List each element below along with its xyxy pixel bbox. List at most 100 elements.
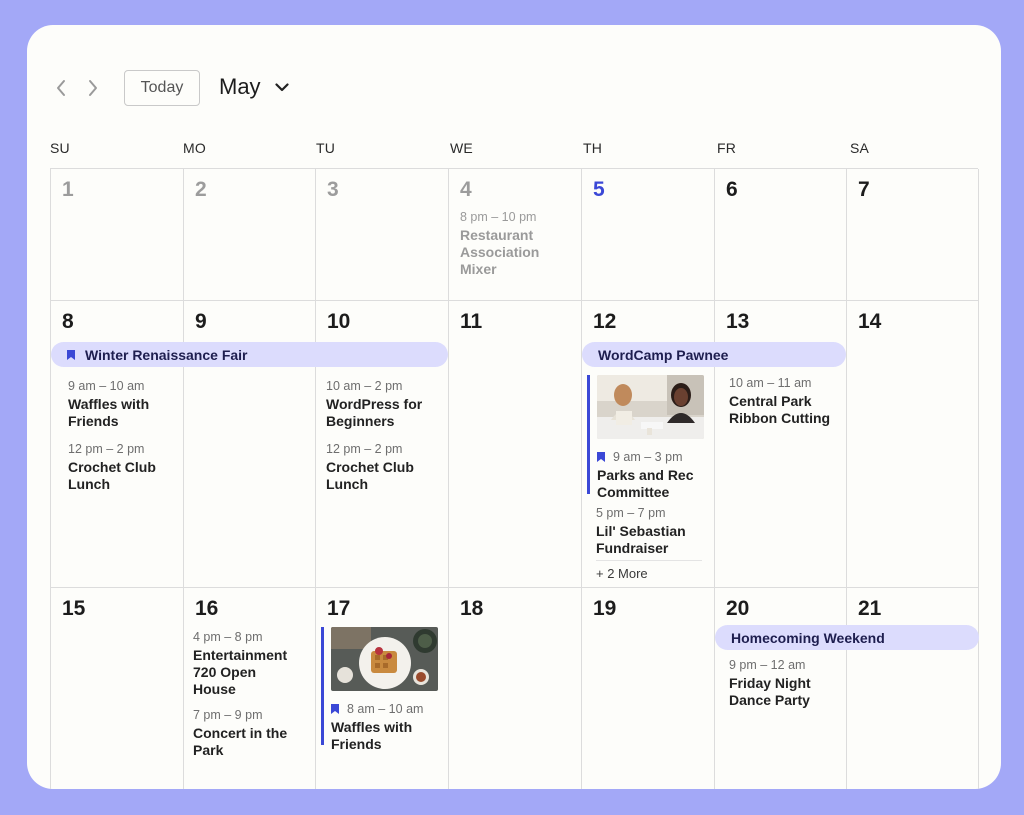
- day-cell[interactable]: 6: [715, 169, 847, 301]
- event-photo-waffles: [331, 627, 438, 691]
- day-cell[interactable]: 15: [51, 588, 184, 789]
- calendar-toolbar: Today May: [27, 25, 1001, 145]
- day-number: 3: [327, 178, 339, 201]
- day-number: 9: [195, 310, 207, 333]
- day-cell[interactable]: 3: [316, 169, 449, 301]
- event-crochet-club-lunch[interactable]: 12 pm – 2 pm Crochet Club Lunch: [68, 441, 180, 493]
- chevron-right-icon: [89, 80, 97, 96]
- event-title: Crochet Club Lunch: [68, 459, 156, 492]
- event-central-park-ribbon-cutting[interactable]: 10 am – 11 am Central Park Ribbon Cuttin…: [729, 375, 841, 427]
- day-number: 13: [726, 310, 750, 333]
- event-title: Concert in the Park: [193, 725, 288, 758]
- today-button[interactable]: Today: [124, 70, 200, 106]
- span-bar-label: Winter Renaissance Fair: [85, 346, 248, 363]
- day-cell[interactable]: 20 9 pm – 12 am Friday Night Dance Party: [715, 588, 847, 789]
- day-number: 11: [460, 310, 483, 333]
- event-photo-meeting: [597, 375, 704, 439]
- event-wordpress-for-beginners[interactable]: 10 am – 2 pm WordPress for Beginners: [326, 378, 438, 430]
- event-restaurant-mixer[interactable]: 8 pm – 10 pm Restaurant Association Mixe…: [460, 209, 572, 278]
- month-dropdown[interactable]: May: [219, 71, 289, 103]
- event-waffles-with-friends[interactable]: 9 am – 10 am Waffles with Friends: [68, 378, 180, 430]
- weekday-label: MO: [183, 140, 206, 156]
- event-time: 9 am – 10 am: [68, 379, 145, 393]
- day-cell-today[interactable]: 5: [582, 169, 715, 301]
- event-title: Restaurant Association Mixer: [460, 227, 540, 277]
- bookmark-icon: [67, 349, 75, 360]
- event-lil-sebastian-fundraiser[interactable]: 5 pm – 7 pm Lil' Sebastian Fundraiser: [596, 505, 708, 557]
- event-time: 5 pm – 7 pm: [596, 506, 666, 520]
- day-cell[interactable]: 11: [449, 301, 582, 588]
- event-time: 9 pm – 12 am: [729, 658, 806, 672]
- day-number: 19: [593, 597, 617, 620]
- event-time: 8 am – 10 am: [331, 701, 441, 717]
- event-time: 4 pm – 8 pm: [193, 630, 263, 644]
- event-title: WordPress for Beginners: [326, 396, 423, 429]
- event-title: Entertainment 720 Open House: [193, 647, 288, 697]
- event-title: Parks and Rec Committee: [597, 467, 694, 500]
- event-time-text: 8 am – 10 am: [347, 702, 424, 716]
- day-number: 1: [62, 178, 74, 201]
- day-number: 18: [460, 597, 484, 620]
- day-number: 7: [858, 178, 870, 201]
- chevron-down-icon: [274, 82, 289, 91]
- event-time: 9 am – 3 pm: [597, 449, 707, 465]
- day-cell[interactable]: 19: [582, 588, 715, 789]
- day-number: 10: [327, 310, 351, 333]
- event-crochet-club-lunch[interactable]: 12 pm – 2 pm Crochet Club Lunch: [326, 441, 438, 493]
- day-number: 15: [62, 597, 86, 620]
- day-number: 12: [593, 310, 617, 333]
- day-cell[interactable]: 1: [51, 169, 184, 301]
- event-concert-in-the-park[interactable]: 7 pm – 9 pm Concert in the Park: [193, 707, 305, 759]
- event-time: 12 pm – 2 pm: [68, 442, 145, 456]
- event-time: 12 pm – 2 pm: [326, 442, 403, 456]
- event-entertainment-720-open-house[interactable]: 4 pm – 8 pm Entertainment 720 Open House: [193, 629, 305, 698]
- day-cell[interactable]: 14: [847, 301, 979, 588]
- day-number: 17: [327, 597, 351, 620]
- day-number: 8: [62, 310, 74, 333]
- next-month-button[interactable]: [82, 77, 104, 99]
- more-events-link[interactable]: + 2 More: [596, 566, 648, 581]
- event-title: Central Park Ribbon Cutting: [729, 393, 831, 426]
- day-cell[interactable]: 2: [184, 169, 316, 301]
- event-parks-and-rec-committee[interactable]: 9 am – 3 pm Parks and Rec Committee: [587, 375, 707, 500]
- weekday-label: TH: [583, 140, 603, 156]
- month-grid: 1 2 3 4 8 pm – 10 pm Restaurant Associat…: [50, 168, 979, 789]
- day-number: 14: [858, 310, 882, 333]
- day-number: 2: [195, 178, 207, 201]
- previous-month-button[interactable]: [50, 77, 72, 99]
- event-time-text: 9 am – 3 pm: [613, 450, 683, 464]
- weekday-label: SA: [850, 140, 870, 156]
- day-number: 20: [726, 597, 750, 620]
- weekday-label: FR: [717, 140, 737, 156]
- bookmark-icon: [597, 452, 605, 462]
- day-cell[interactable]: 7: [847, 169, 979, 301]
- event-title: Waffles with Friends: [68, 396, 150, 429]
- weekday-label: TU: [316, 140, 336, 156]
- event-time: 8 pm – 10 pm: [460, 210, 537, 224]
- day-number: 21: [858, 597, 882, 620]
- day-cell[interactable]: 16 4 pm – 8 pm Entertainment 720 Open Ho…: [184, 588, 316, 789]
- day-number: 16: [195, 597, 219, 620]
- day-cell[interactable]: 18: [449, 588, 582, 789]
- event-friday-night-dance-party[interactable]: 9 pm – 12 am Friday Night Dance Party: [729, 657, 841, 709]
- weekday-label: SU: [50, 140, 70, 156]
- month-label: May: [219, 74, 261, 99]
- span-bar-label: Homecoming Weekend: [731, 629, 885, 646]
- chevron-left-icon: [57, 80, 65, 96]
- multi-day-event-winter-renaissance-fair[interactable]: Winter Renaissance Fair: [51, 342, 448, 367]
- calendar-card: Today May SU MO TU WE TH FR SA 1 2 3 4 8…: [27, 25, 1001, 789]
- multi-day-event-homecoming-weekend[interactable]: Homecoming Weekend: [715, 625, 979, 650]
- event-waffles-with-friends[interactable]: 8 am – 10 am Waffles with Friends: [321, 627, 441, 752]
- bookmark-icon: [331, 704, 339, 714]
- event-title: Friday Night Dance Party: [729, 675, 811, 708]
- event-time: 10 am – 11 am: [729, 376, 812, 390]
- multi-day-event-wordcamp-pawnee[interactable]: WordCamp Pawnee: [582, 342, 846, 367]
- span-bar-label: WordCamp Pawnee: [598, 346, 729, 363]
- day-cell[interactable]: 4 8 pm – 10 pm Restaurant Association Mi…: [449, 169, 582, 301]
- day-number: 6: [726, 178, 738, 201]
- day-cell[interactable]: 17 8 am – 10 am Waffles with Friends: [316, 588, 449, 789]
- day-number: 4: [460, 178, 472, 201]
- day-cell[interactable]: 21: [847, 588, 979, 789]
- event-title: Lil' Sebastian Fundraiser: [596, 523, 686, 556]
- event-title: Crochet Club Lunch: [326, 459, 414, 492]
